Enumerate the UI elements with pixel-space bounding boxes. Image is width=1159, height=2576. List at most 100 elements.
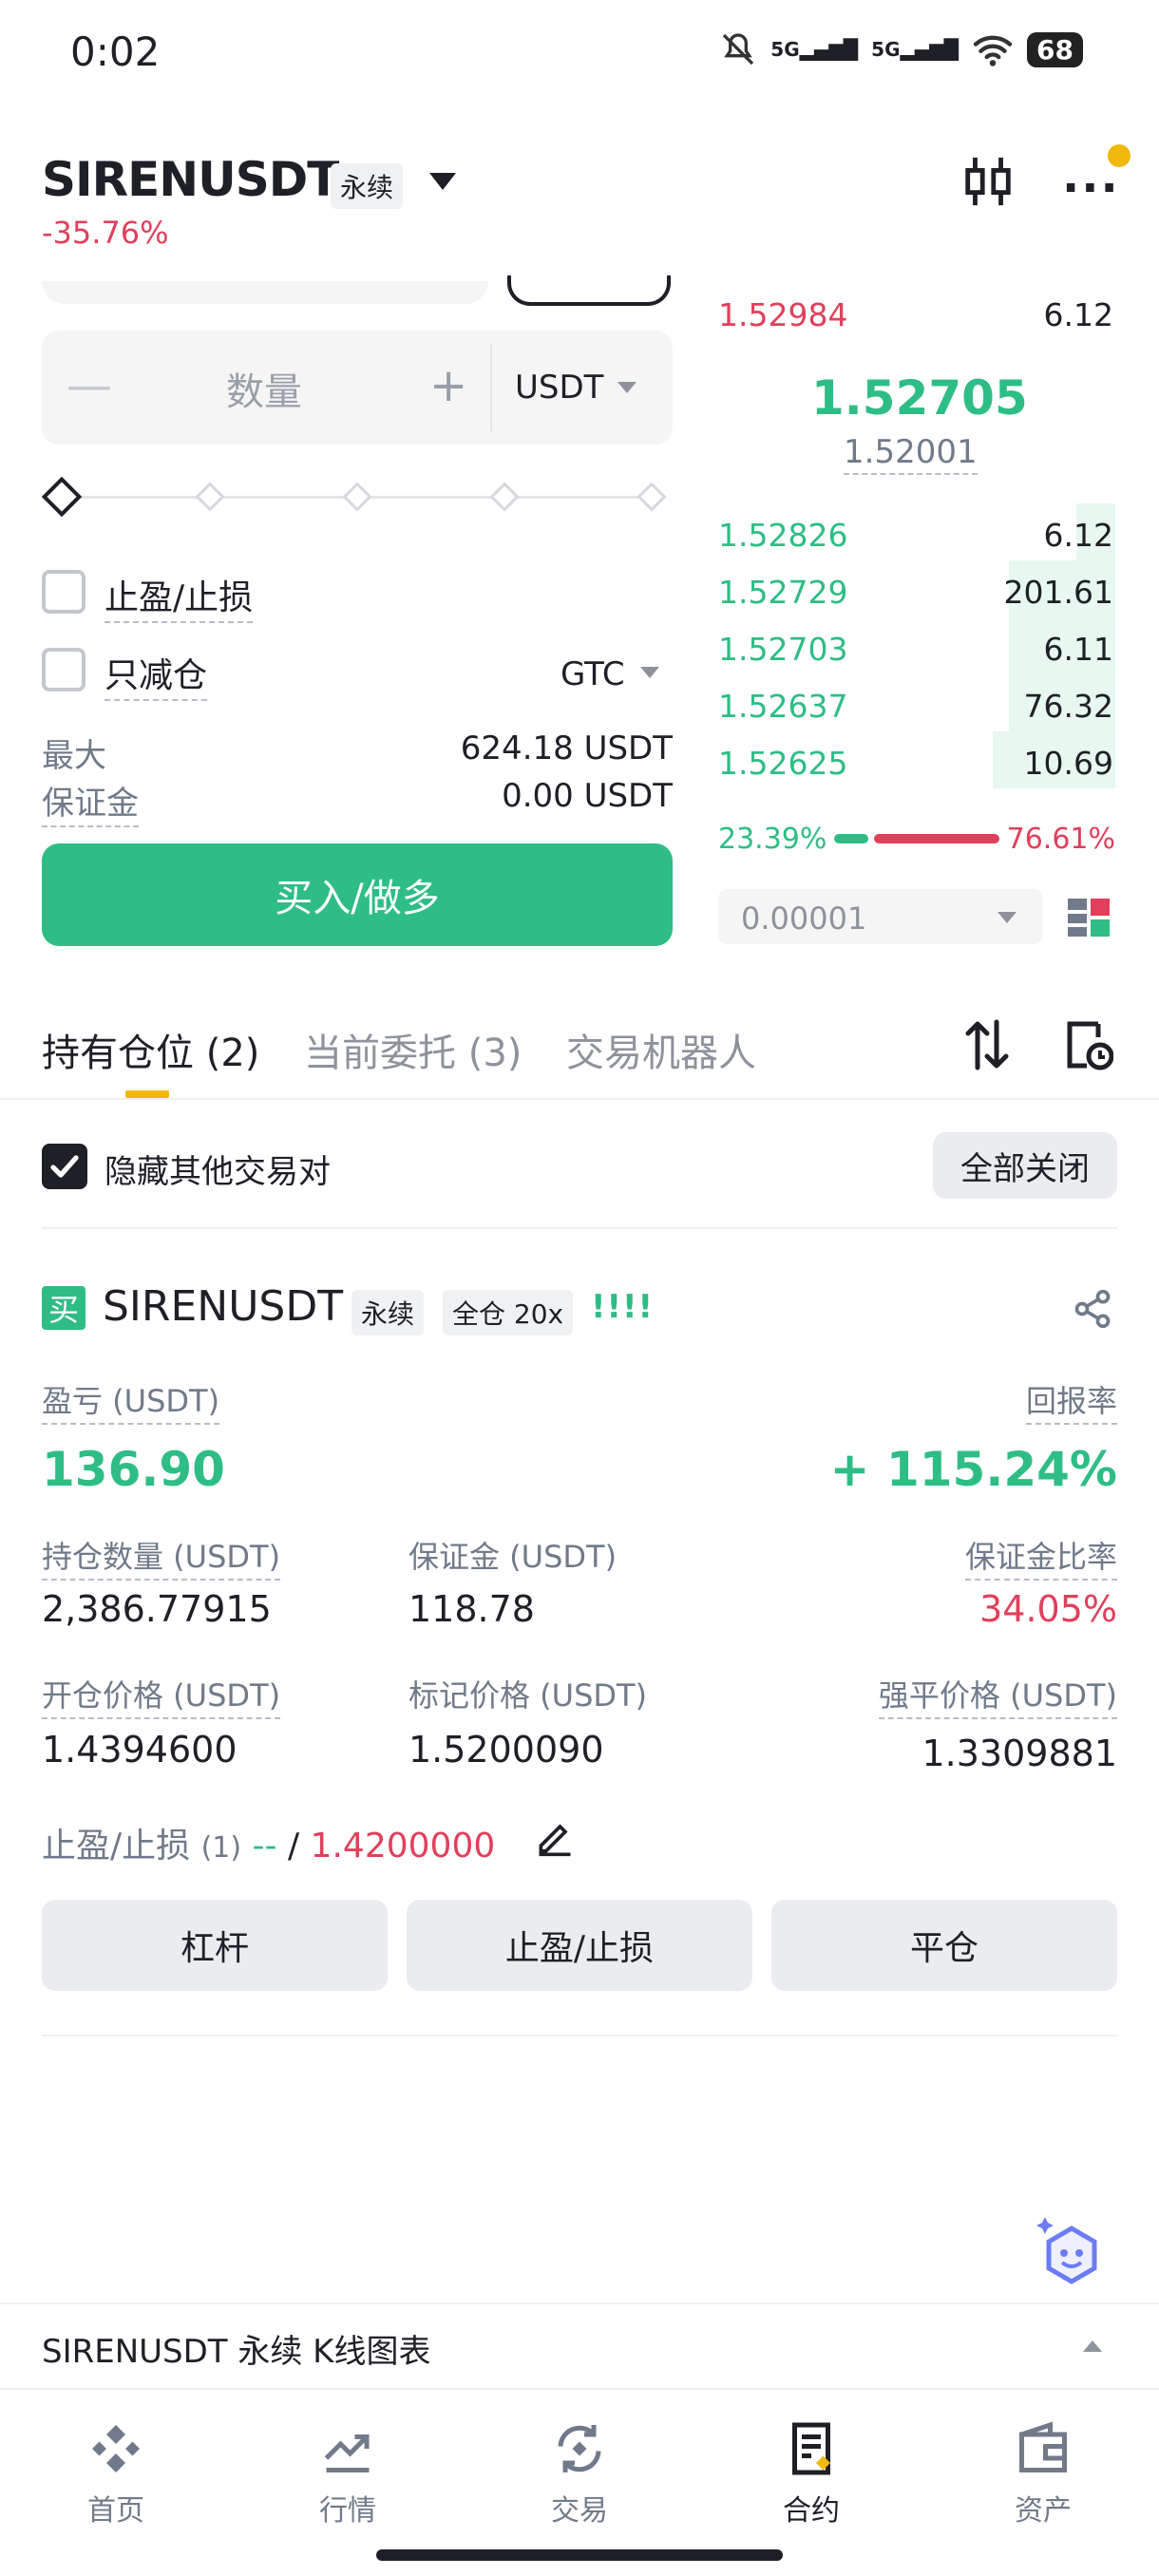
chevron-down-icon[interactable] xyxy=(640,667,659,678)
side-badge: 买 xyxy=(42,1286,86,1330)
candlestick-icon[interactable] xyxy=(961,154,1015,209)
slider-step[interactable] xyxy=(636,482,667,512)
close-position-button[interactable]: 平仓 xyxy=(771,1900,1117,1991)
wallet-icon xyxy=(1019,2421,1067,2472)
bid-qty: 6.12 xyxy=(1043,517,1113,554)
tab-bots[interactable]: 交易机器人 xyxy=(566,1022,756,1077)
tab-open-orders[interactable]: 当前委托 (3) xyxy=(304,1022,522,1077)
nav-home[interactable]: 首页 xyxy=(40,2420,192,2529)
markets-icon xyxy=(324,2434,370,2472)
order-type-button-partial[interactable] xyxy=(507,275,671,306)
chevron-up-icon[interactable] xyxy=(1083,2340,1102,2352)
nav-futures[interactable]: 合约 xyxy=(735,2420,887,2529)
unit-select[interactable]: USDT xyxy=(515,369,603,407)
mark-price-value: 1.5200090 xyxy=(408,1729,604,1771)
ask-qty: 6.12 xyxy=(1043,296,1113,333)
nav-label: 资产 xyxy=(1015,2494,1072,2528)
position-symbol[interactable]: SIRENUSDT xyxy=(103,1282,343,1331)
bid-price[interactable]: 1.52637 xyxy=(718,688,847,725)
tpsl-summary-label: 止盈/止损 xyxy=(42,1827,191,1866)
price-change: -35.76% xyxy=(42,215,169,251)
slider-step[interactable] xyxy=(195,482,225,512)
status-time: 0:02 xyxy=(70,28,161,75)
plus-icon[interactable]: + xyxy=(429,359,467,412)
wifi-icon xyxy=(973,35,1013,66)
price-input-partial[interactable] xyxy=(42,281,488,304)
slider-handle[interactable] xyxy=(41,476,83,518)
tpsl-checkbox[interactable] xyxy=(42,570,86,614)
margin-value: 0.00 USDT xyxy=(502,777,673,815)
margin-ratio-label: 保证金比率 xyxy=(964,1533,1117,1581)
sort-icon[interactable] xyxy=(963,1018,1011,1071)
time-in-force-select[interactable]: GTC xyxy=(560,655,625,693)
buy-long-button[interactable]: 买入/做多 xyxy=(42,843,673,946)
trade-icon xyxy=(558,2425,601,2472)
history-icon[interactable] xyxy=(1064,1020,1113,1071)
bid-price[interactable]: 1.52703 xyxy=(718,631,847,668)
position-margin-value: 118.78 xyxy=(408,1588,535,1630)
pnl-value: 136.90 xyxy=(42,1442,225,1497)
sl-value: 1.4200000 xyxy=(310,1827,496,1866)
nav-label: 交易 xyxy=(551,2494,608,2528)
more-icon[interactable]: ··· xyxy=(1062,161,1120,215)
bid-qty: 76.32 xyxy=(1023,688,1113,725)
bid-qty: 10.69 xyxy=(1023,745,1113,782)
bid-qty: 6.11 xyxy=(1043,631,1113,668)
tp-value: -- xyxy=(252,1827,277,1866)
margin-label: 保证金 xyxy=(42,777,139,827)
hide-others-checkbox[interactable] xyxy=(42,1144,87,1189)
roe-value: + 115.24% xyxy=(829,1442,1117,1497)
pnl-label: 盈亏 (USDT) xyxy=(42,1377,220,1425)
chevron-down-icon[interactable] xyxy=(618,382,636,393)
book-layout-icon[interactable] xyxy=(1066,895,1112,940)
reduce-only-label: 只减仓 xyxy=(104,648,208,701)
nav-label: 行情 xyxy=(319,2494,376,2528)
chevron-down-icon[interactable] xyxy=(998,912,1016,923)
ask-price[interactable]: 1.52984 xyxy=(718,296,847,333)
reduce-only-checkbox[interactable] xyxy=(42,648,86,691)
slider-step[interactable] xyxy=(489,482,520,512)
quantity-placeholder: 数量 xyxy=(226,370,302,414)
tpsl-summary: 止盈/止损 (1) -- / 1.4200000 xyxy=(42,1818,495,1867)
battery-icon: 68 xyxy=(1027,31,1083,67)
margin-ratio-value: 34.05% xyxy=(979,1588,1117,1630)
home-indicator[interactable] xyxy=(376,2549,783,2561)
minus-icon[interactable]: — xyxy=(66,359,112,412)
share-icon[interactable] xyxy=(1072,1288,1113,1330)
nav-trade[interactable]: 交易 xyxy=(504,2420,656,2529)
symbol-dropdown-icon[interactable] xyxy=(429,173,456,190)
slider-step[interactable] xyxy=(342,482,372,512)
tpsl-label: 止盈/止损 xyxy=(104,570,254,623)
check-icon xyxy=(50,1155,79,1178)
liq-price-label: 强平价格 (USDT) xyxy=(878,1672,1117,1719)
close-all-button[interactable]: 全部关闭 xyxy=(933,1132,1117,1199)
liq-price-value: 1.3309881 xyxy=(922,1733,1118,1774)
edit-icon[interactable] xyxy=(534,1816,576,1858)
leverage-button[interactable]: 杠杆 xyxy=(42,1900,388,1991)
nav-markets[interactable]: 行情 xyxy=(272,2420,424,2529)
bid-price[interactable]: 1.52729 xyxy=(718,574,847,611)
notification-dot xyxy=(1108,144,1130,167)
bid-price[interactable]: 1.52625 xyxy=(718,745,847,782)
last-price[interactable]: 1.52705 xyxy=(811,370,1028,426)
max-label: 最大 xyxy=(42,737,106,775)
position-margin-label: 保证金 (USDT) xyxy=(408,1539,618,1575)
nav-label: 合约 xyxy=(783,2494,840,2528)
assistant-icon[interactable] xyxy=(1034,2213,1110,2293)
tpsl-count: (1) xyxy=(200,1831,242,1865)
signal-icon: 5G▂▄▆█ xyxy=(770,38,859,61)
divider xyxy=(42,1227,1117,1229)
nav-assets[interactable]: 资产 xyxy=(967,2420,1119,2529)
mark-price: 1.52001 xyxy=(844,433,978,475)
signal-icon-2: 5G▂▄▆█ xyxy=(871,38,960,61)
contract-type-tag: 永续 xyxy=(352,1290,425,1335)
home-icon xyxy=(92,2425,140,2472)
bid-price[interactable]: 1.52826 xyxy=(718,517,847,554)
tpsl-separator: / xyxy=(287,1827,300,1866)
margin-mode-tag[interactable]: 全仓 20x xyxy=(443,1290,574,1335)
futures-icon xyxy=(792,2422,830,2475)
tab-positions[interactable]: 持有仓位 (2) xyxy=(42,1022,259,1077)
symbol-title[interactable]: SIRENUSDT xyxy=(42,152,339,207)
divider xyxy=(0,1098,1159,1100)
tpsl-button[interactable]: 止盈/止损 xyxy=(407,1900,752,1991)
